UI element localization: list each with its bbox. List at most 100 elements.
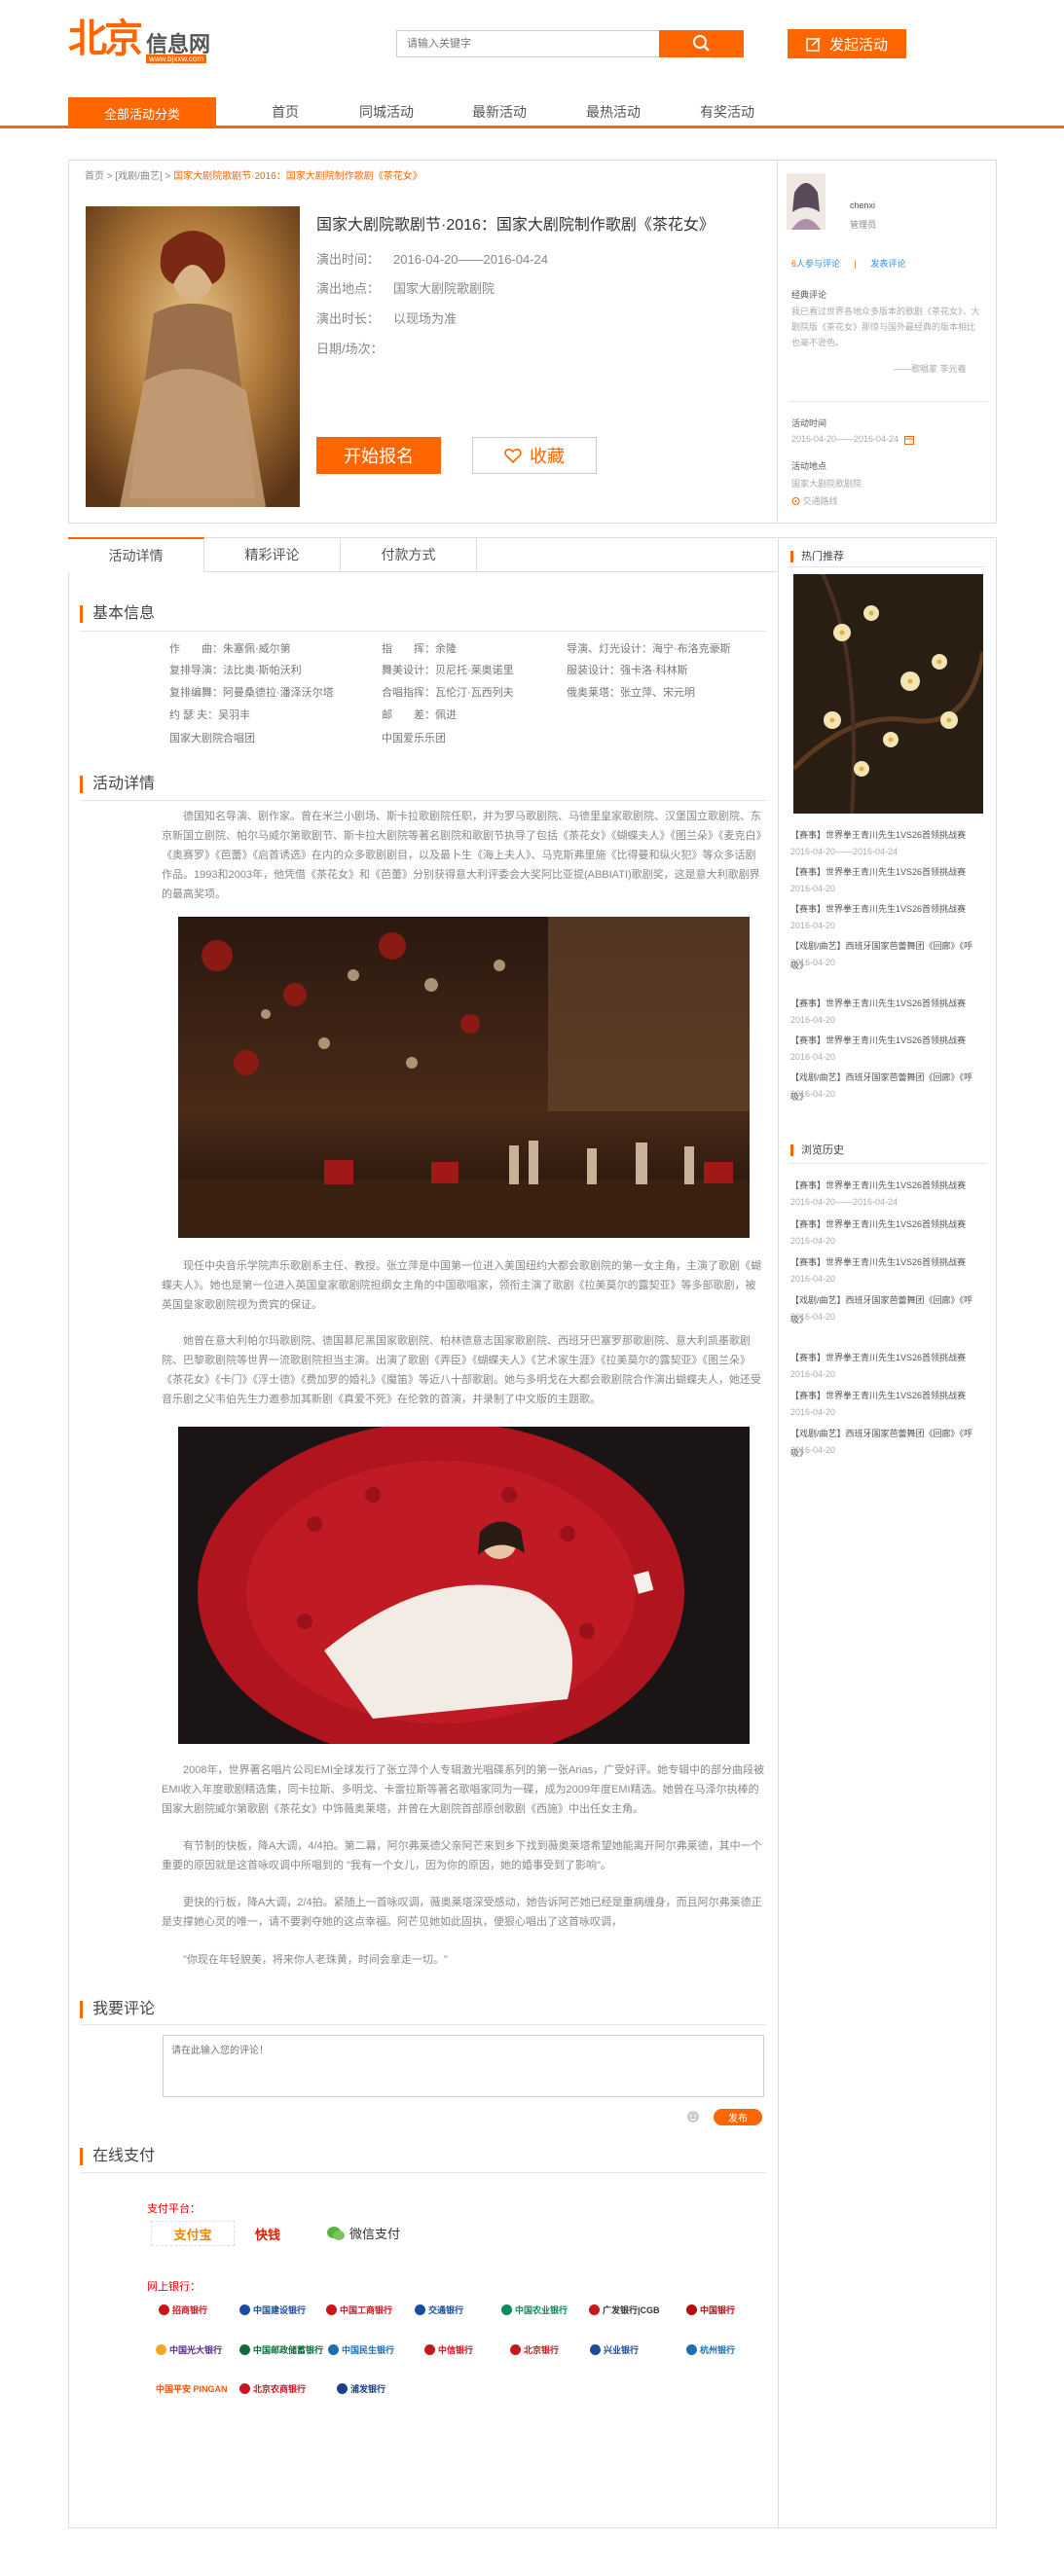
info-cell: 作 曲：朱塞佩·威尔第 <box>169 643 291 655</box>
bank-option[interactable]: 浦发银行 <box>337 2382 385 2395</box>
sidebar-list-item[interactable]: 【赛事】世界拳王青川先生1VS26首领挑战赛 <box>790 1252 985 1272</box>
signup-button[interactable]: 开始报名 <box>316 437 441 474</box>
tab-payment[interactable]: 付款方式 <box>341 537 477 572</box>
bank-option[interactable]: 中国工商银行 <box>326 2304 392 2316</box>
bank-option[interactable]: 中国民生银行 <box>328 2343 394 2356</box>
sidebar-list-item[interactable]: 【赛事】世界拳王青川先生1VS26首领挑战赛 <box>790 994 985 1013</box>
sidebar-list-item[interactable]: 【赛事】世界拳王青川先生1VS26首领挑战赛 <box>790 1176 985 1195</box>
sidebar-list-date: 2016-04-20 <box>790 1236 836 1246</box>
bank-logo-icon <box>686 2304 697 2315</box>
breadcrumb: 首页 > [戏剧/曲艺] > 国家大剧院歌剧节·2016：国家大剧院制作歌剧《茶… <box>85 167 422 182</box>
bank-option[interactable]: 杭州银行 <box>686 2343 735 2356</box>
post-comment-link[interactable]: 发表评论 <box>870 259 905 269</box>
sidebar-list-item[interactable]: 【赛事】世界拳王青川先生1VS26首领挑战赛 <box>790 1031 985 1050</box>
sidebar-list-date: 2016-04-20——2016-04-24 <box>790 847 899 856</box>
sidebar-list-item[interactable]: 【戏剧/曲艺】西班牙国家芭蕾舞团《回廊》《呼吸》 <box>790 1068 985 1107</box>
bank-option[interactable]: 北京银行 <box>510 2343 559 2356</box>
avatar[interactable] <box>787 173 826 230</box>
tab-details[interactable]: 活动详情 <box>68 537 204 572</box>
comment-input[interactable] <box>164 2036 763 2096</box>
route-link[interactable]: 交通路线 <box>791 494 838 507</box>
tab-comments[interactable]: 精彩评论 <box>204 537 341 572</box>
bank-name: 浦发银行 <box>350 2384 386 2394</box>
meta-session-label: 日期/场次： <box>316 342 384 356</box>
sidebar-list-date: 2016-04-20 <box>790 1052 836 1062</box>
calendar-icon[interactable] <box>903 435 914 445</box>
bank-option[interactable]: 中国平安 PINGAN <box>156 2382 228 2395</box>
search-button[interactable] <box>659 30 744 57</box>
payment-title: 在线支付 <box>80 2148 155 2165</box>
bank-option[interactable]: 兴业银行 <box>590 2343 639 2356</box>
sidebar-list-date: 2016-04-20 <box>790 1274 836 1284</box>
sidebar-list-date: 2016-04-20 <box>790 1445 836 1455</box>
bank-name: 中国农业银行 <box>515 2305 569 2315</box>
bank-option[interactable]: 北京农商银行 <box>239 2382 306 2395</box>
sidebar-list-item[interactable]: 【赛事】世界拳王青川先生1VS26首领挑战赛 <box>790 899 985 919</box>
detail-paragraph: 德国知名导演、剧作家。曾在米兰小剧场、斯卡拉歌剧院任职，并为罗马歌剧院、马德里皇… <box>162 811 761 900</box>
site-logo[interactable]: 北京 信息网 www.bjxxw.com <box>68 18 224 66</box>
all-categories-button[interactable]: 全部活动分类 <box>68 97 216 128</box>
singer-portrait-photo <box>178 1427 750 1744</box>
breadcrumb-separator: > <box>162 171 174 182</box>
hot-recommend-image[interactable] <box>793 574 983 814</box>
detail-paragraph: 2008年，世界著名唱片公司EMI全球发行了张立萍个人专辑激光唱碟系列的第一张A… <box>162 1764 765 1815</box>
bank-logo-icon <box>501 2304 512 2315</box>
meta-place: 演出地点： 国家大剧院歌剧院 <box>316 278 495 297</box>
joined-label[interactable]: 人参与评论 <box>796 259 840 269</box>
location-icon <box>791 496 800 505</box>
bank-option[interactable]: 中信银行 <box>424 2343 473 2356</box>
publish-activity-button[interactable]: 发起活动 <box>788 29 906 58</box>
comment-box <box>163 2035 764 2097</box>
meta-duration-label: 演出时长： <box>316 311 381 326</box>
breadcrumb-home[interactable]: 首页 <box>85 171 104 182</box>
bank-option[interactable]: 中国银行 <box>686 2304 735 2316</box>
sidebar-list-item[interactable]: 【赛事】世界拳王青川先生1VS26首领挑战赛 <box>790 1348 985 1367</box>
wechat-pay-label: 微信支付 <box>349 2227 401 2241</box>
info-cell: 指 挥：余隆 <box>382 643 457 655</box>
bank-logo-icon <box>424 2344 435 2355</box>
nav-item-prize[interactable]: 有奖活动 <box>700 97 754 127</box>
nav-item-local[interactable]: 同城活动 <box>359 97 414 127</box>
sidebar-list-item[interactable]: 【赛事】世界拳王青川先生1VS26首领挑战赛 <box>790 825 985 845</box>
bank-name: 中国民生银行 <box>342 2345 395 2355</box>
kuaiqian-option[interactable]: 快钱 <box>255 2225 280 2243</box>
search-input[interactable] <box>397 31 659 56</box>
kuaiqian-label: 快钱 <box>255 2228 281 2242</box>
wechat-pay-option[interactable]: 微信支付 <box>326 2224 400 2242</box>
info-cell: 合唱指挥：瓦伦汀·瓦西列夫 <box>382 687 514 699</box>
bank-option[interactable]: 招商银行 <box>159 2304 207 2316</box>
alipay-option[interactable]: 支付宝 <box>151 2221 235 2246</box>
bank-name: 兴业银行 <box>604 2345 640 2355</box>
breadcrumb-separator: > <box>104 171 116 182</box>
bank-name: 中国银行 <box>700 2305 736 2315</box>
classic-comment-title: 经典评论 <box>791 290 827 300</box>
meta-time-value: 2016-04-20——2016-04-24 <box>393 252 549 267</box>
sidebar-list-item[interactable]: 【戏剧/曲艺】西班牙国家芭蕾舞团《回廊》《呼吸》 <box>790 936 985 975</box>
info-cell: 约 瑟 夫：吴羽丰 <box>169 709 251 721</box>
bank-logo-icon <box>239 2304 250 2315</box>
divider <box>80 2024 766 2025</box>
sidebar-list-item[interactable]: 【赛事】世界拳王青川先生1VS26首领挑战赛 <box>790 1386 985 1405</box>
hot-recommend-title: 热门推荐 <box>790 551 844 562</box>
bank-option[interactable]: 交通银行 <box>415 2304 463 2316</box>
favorite-button[interactable]: 收藏 <box>472 437 597 474</box>
bank-option[interactable]: 广发银行|CGB <box>589 2304 660 2316</box>
submit-comment-button[interactable]: 发布 <box>714 2109 762 2125</box>
sidebar-list-date: 2016-04-20——2016-04-24 <box>790 1197 899 1207</box>
nav-item-hottest[interactable]: 最热活动 <box>586 97 641 127</box>
meta-time-label: 演出时间： <box>316 252 381 267</box>
sidebar-list-item[interactable]: 【戏剧/曲艺】西班牙国家芭蕾舞团《回廊》《呼吸》 <box>790 1424 985 1463</box>
sidebar-list-item[interactable]: 【赛事】世界拳王青川先生1VS26首领挑战赛 <box>790 862 985 882</box>
nav-item-home[interactable]: 首页 <box>272 97 299 127</box>
sidebar-list-date: 2016-04-20 <box>790 1407 836 1417</box>
bank-option[interactable]: 中国邮政储蓄银行 <box>239 2343 323 2356</box>
breadcrumb-section[interactable]: [戏剧/曲艺] <box>115 171 162 182</box>
nav-item-latest[interactable]: 最新活动 <box>472 97 527 127</box>
emoji-icon[interactable] <box>686 2110 700 2126</box>
bank-option[interactable]: 中国农业银行 <box>501 2304 568 2316</box>
bank-option[interactable]: 中国光大银行 <box>156 2343 222 2356</box>
bank-option[interactable]: 中国建设银行 <box>239 2304 306 2316</box>
sidebar-list-item[interactable]: 【戏剧/曲艺】西班牙国家芭蕾舞团《回廊》《呼吸》 <box>790 1290 985 1329</box>
sidebar-list-item[interactable]: 【赛事】世界拳王青川先生1VS26首领挑战赛 <box>790 1215 985 1234</box>
bank-logo-icon <box>239 2383 250 2394</box>
